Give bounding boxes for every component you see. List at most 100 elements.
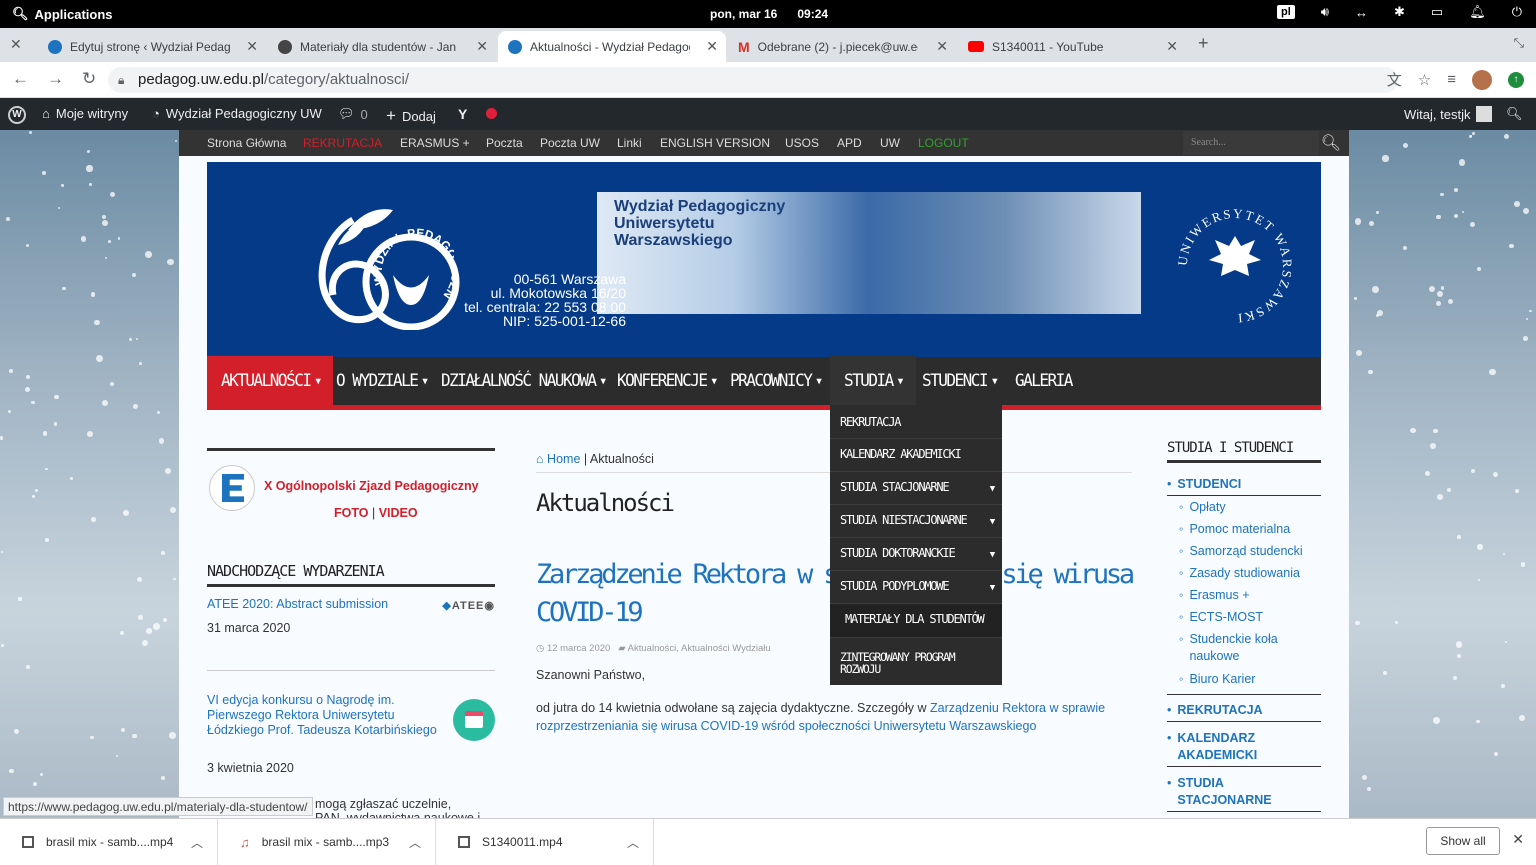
tab-youtube[interactable]: S1340011 - YouTube ✕ [958, 31, 1186, 62]
dropdown-zintegrowany[interactable]: ZINTEGROWANY PROGRAM ROZWOJU [830, 638, 1002, 685]
reading-list-icon[interactable]: ≡ [1447, 71, 1456, 88]
sidebar-link-studia-stacjonarne[interactable]: STUDIA STACJONARNE [1177, 775, 1277, 809]
bookmark-star-icon[interactable]: ☆ [1418, 71, 1431, 89]
sidebar-link-studenci[interactable]: STUDENCI [1177, 477, 1241, 491]
show-all-downloads-button[interactable]: Show all [1426, 827, 1500, 855]
sidebar-link-kariery[interactable]: Biuro Karier [1189, 672, 1255, 686]
status-url-tooltip: https://www.pedagog.uw.edu.pl/materialy-… [3, 797, 313, 816]
address-bar[interactable]: 🔒︎ pedagog.uw.edu.pl/category/aktualnosc… [108, 67, 1398, 93]
keyboard-layout-indicator[interactable]: pl [1277, 5, 1295, 19]
breadcrumb-home[interactable]: ⌂ Home [536, 452, 580, 466]
download-item[interactable]: ♫ brasil mix - samb....mp3 ︿ [218, 819, 436, 865]
volume-icon[interactable]: 🔊︎ [1321, 4, 1329, 20]
event-title-link[interactable]: ATEE 2020: Abstract submission [207, 597, 388, 611]
sidebar-link-samorzad[interactable]: Samorząd studencki [1189, 544, 1302, 558]
record-status-icon[interactable] [486, 108, 497, 119]
topnav-usos[interactable]: USOS [785, 136, 819, 150]
nav-studia[interactable]: STUDIA ▼ [830, 355, 916, 407]
power-icon[interactable]: ⏻ [1512, 4, 1522, 20]
topnav-strona-glowna[interactable]: Strona Główna [207, 136, 286, 150]
search-icon[interactable]: 🔍︎ [1321, 133, 1341, 153]
seo-icon[interactable]: Y [458, 106, 467, 122]
topnav-erasmus[interactable]: ERASMUS + [400, 136, 470, 150]
topnav-uw[interactable]: UW [880, 136, 900, 150]
tab-aktualnosci[interactable]: Aktualności - Wydział Pedagogiczny ✕ [498, 31, 726, 62]
reload-icon[interactable]: ↻ [82, 69, 96, 89]
close-window-icon[interactable]: ✕ [10, 36, 22, 53]
university-seal-icon[interactable]: UNIWERSYTET WARSZAWSKI [1169, 194, 1299, 324]
video-link[interactable]: VIDEO [379, 506, 418, 520]
back-icon[interactable]: ← [12, 69, 29, 89]
site-search-input[interactable]: Search... [1183, 131, 1319, 155]
sidebar-link-erasmus[interactable]: Erasmus + [1189, 588, 1249, 602]
sidebar-link-kalendarz[interactable]: KALENDARZ AKADEMICKI [1177, 730, 1277, 764]
post-categories[interactable]: Aktualności, Aktualności Wydziału [628, 643, 771, 654]
tab-gmail[interactable]: M Odebrane (2) - j.piecek@uw.edu.pl ✕ [728, 31, 956, 62]
topnav-poczta[interactable]: Poczta [486, 136, 523, 150]
nav-pracownicy[interactable]: PRACOWNICY ▼ [716, 356, 834, 406]
close-shelf-icon[interactable]: ✕ [1512, 831, 1524, 848]
topnav-linki[interactable]: Linki [617, 136, 642, 150]
tab-edit-page[interactable]: Edytuj stronę ‹ Wydział Pedagogiczny UW … [38, 31, 266, 62]
event-title-link[interactable]: VI edycja konkursu o Nagrodę im. Pierwsz… [207, 693, 437, 738]
profile-avatar[interactable] [1472, 69, 1492, 90]
network-icon[interactable]: ↔ [1355, 5, 1368, 20]
nav-aktualnosci[interactable]: AKTUALNOŚCI ▼ [207, 355, 334, 407]
admin-search-icon[interactable]: 🔍︎ [1506, 106, 1523, 122]
nav-dzialalnosc-naukowa[interactable]: DZIAŁALNOŚĆ NAUKOWA ▼ [427, 356, 618, 406]
comments-link[interactable]: 💬︎ 0 [338, 106, 368, 122]
chevron-up-icon[interactable]: ︿ [627, 834, 639, 851]
congress-title-link[interactable]: X Ogólnopolski Zjazd Pedagogiczny [264, 479, 479, 493]
sidebar-link-rekrutacja[interactable]: REKRUTACJA [1177, 703, 1262, 717]
topnav-rekrutacja[interactable]: REKRUTACJA [303, 136, 382, 150]
forward-icon[interactable]: → [47, 69, 64, 89]
close-tab-icon[interactable]: ✕ [1166, 38, 1178, 55]
bluetooth-icon[interactable]: ✱ [1394, 4, 1405, 20]
chevron-up-icon[interactable]: ︿ [409, 834, 421, 851]
sidebar-link-ects[interactable]: ECTS-MOST [1189, 610, 1263, 624]
close-tab-icon[interactable]: ✕ [706, 38, 718, 55]
dropdown-studia-stacjonarne[interactable]: STUDIA STACJONARNE ▼ [830, 472, 1002, 505]
close-tab-icon[interactable]: ✕ [246, 38, 258, 55]
topnav-poczta-uw[interactable]: Poczta UW [540, 136, 600, 150]
tab-materials[interactable]: Materiały dla studentów - Jan Kowalski ✕ [268, 31, 496, 62]
sidebar-link-kola[interactable]: Studenckie koła naukowe [1189, 631, 1289, 665]
chevron-up-icon[interactable]: ︿ [191, 834, 203, 851]
close-tab-icon[interactable]: ✕ [936, 38, 948, 55]
topnav-english[interactable]: ENGLISH VERSION [660, 136, 770, 150]
clock[interactable]: pon, mar 16 09:24 [710, 7, 828, 21]
translate-icon[interactable]: 文 [1387, 69, 1402, 90]
dropdown-studia-doktoranckie[interactable]: STUDIA DOKTORANCKIE ▼ [830, 538, 1002, 571]
dropdown-studia-podyplomowe[interactable]: STUDIA PODYPLOMOWE ▼ [830, 571, 1002, 604]
wordpress-logo-icon[interactable]: W [8, 106, 26, 124]
dropdown-kalendarz[interactable]: KALENDARZ AKADEMICKI [830, 439, 1002, 472]
sidebar-link-zasady[interactable]: Zasady studiowania [1189, 566, 1299, 580]
battery-icon[interactable]: ▭ [1431, 4, 1443, 20]
notifications-icon[interactable]: 🔔︎ [1469, 4, 1486, 20]
add-new-menu[interactable]: + Dodaj [386, 106, 436, 126]
update-icon[interactable]: ↑ [1508, 71, 1524, 88]
minimize-icon[interactable]: ⤡ [1514, 35, 1524, 51]
dropdown-studia-niestacjonarne[interactable]: STUDIA NIESTACJONARNE ▼ [830, 505, 1002, 538]
congress-logo-icon[interactable] [209, 465, 255, 511]
nav-studenci[interactable]: STUDENCI ▼ [908, 356, 1010, 406]
nav-o-wydziale[interactable]: O WYDZIALE ▼ [322, 356, 440, 406]
site-name-menu[interactable]: ◔ Wydział Pedagogiczny UW [152, 106, 322, 121]
applications-menu[interactable]: 🔍︎ Applications [12, 6, 113, 22]
foto-link[interactable]: FOTO [334, 506, 369, 520]
dropdown-materialy[interactable]: MATERIAŁY DLA STUDENTÓW [830, 604, 1002, 638]
nav-konferencje[interactable]: KONFERENCJE ▼ [603, 356, 729, 406]
topnav-apd[interactable]: APD [837, 136, 862, 150]
nav-galeria[interactable]: GALERIA [1001, 356, 1086, 406]
topnav-logout[interactable]: LOGOUT [918, 136, 969, 150]
new-tab-icon[interactable]: + [1198, 33, 1209, 54]
dropdown-rekrutacja[interactable]: REKRUTACJA [830, 405, 1002, 439]
user-account-menu[interactable]: Witaj, testjk [1404, 106, 1493, 122]
download-item[interactable]: brasil mix - samb....mp4 ︿ [0, 819, 218, 865]
my-sites-menu[interactable]: ⌂ Moje witryny [42, 106, 128, 121]
close-tab-icon[interactable]: ✕ [476, 38, 488, 55]
sidebar-link-oplaty[interactable]: Opłaty [1189, 500, 1225, 514]
snowflake [164, 467, 171, 474]
download-item[interactable]: S1340011.mp4 ︿ [436, 819, 654, 865]
sidebar-link-pomoc[interactable]: Pomoc materialna [1189, 522, 1290, 536]
